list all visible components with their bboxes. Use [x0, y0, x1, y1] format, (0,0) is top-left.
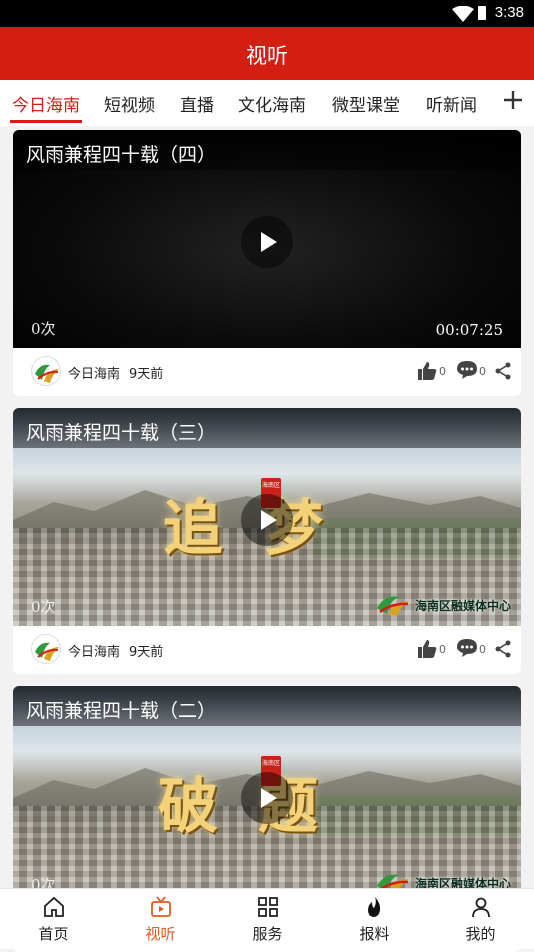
- video-title-bar: 风雨兼程四十载（四）: [13, 130, 521, 170]
- nav-home[interactable]: 首页: [0, 889, 107, 950]
- play-button[interactable]: [241, 772, 293, 824]
- nav-mine[interactable]: 我的: [427, 889, 534, 950]
- media-center-name: 海南区融媒体中心: [414, 598, 511, 613]
- flame-icon: [368, 897, 381, 917]
- video-card[interactable]: 风雨兼程四十载（四） 0次 00:07:25 今日海南 9天前 0 0: [13, 130, 521, 396]
- active-tab-indicator: [10, 120, 82, 123]
- video-title: 风雨兼程四十载（二）: [26, 700, 217, 722]
- wifi-icon: [452, 6, 474, 22]
- thumbs-up-icon[interactable]: [417, 639, 437, 659]
- person-icon: [472, 897, 490, 918]
- nav-label: 视听: [145, 925, 176, 943]
- like-count: 0: [439, 365, 446, 378]
- tab-micro-class[interactable]: 微型课堂: [332, 91, 400, 116]
- hainan-logo-icon: [35, 642, 59, 661]
- author-name[interactable]: 今日海南: [68, 363, 120, 382]
- status-time: 3:38: [494, 4, 524, 21]
- play-button[interactable]: [241, 216, 293, 268]
- tab-listen-news[interactable]: 听新闻: [426, 91, 477, 116]
- tab-short-video[interactable]: 短视频: [104, 91, 155, 116]
- video-meta: 今日海南 9天前 0 0: [13, 626, 521, 674]
- status-bar: 3:38: [0, 0, 534, 27]
- add-channel-icon[interactable]: [502, 89, 524, 111]
- nav-audiovisual[interactable]: 视听: [107, 889, 214, 950]
- channel-tabs: 今日海南 短视频 直播 文化海南 微型课堂 听新闻: [0, 80, 534, 126]
- page-title: 视听: [246, 44, 288, 68]
- bottom-nav: 首页 视听 服务 报料 我的: [0, 888, 534, 949]
- nav-label: 服务: [252, 925, 283, 943]
- tab-live[interactable]: 直播: [180, 91, 214, 116]
- nav-label: 报料: [359, 925, 390, 943]
- video-thumbnail[interactable]: 破题 海南区 海南区融媒体中心 风雨兼程四十载（二） 0次: [13, 686, 521, 904]
- video-title: 风雨兼程四十载（四）: [26, 144, 217, 166]
- tab-today-hainan[interactable]: 今日海南: [12, 91, 80, 116]
- view-count: 0次: [31, 320, 56, 338]
- author-avatar[interactable]: [31, 356, 61, 386]
- grid-icon: [258, 897, 278, 917]
- media-center-logo: 海南区融媒体中心: [375, 588, 511, 622]
- share-icon[interactable]: [494, 640, 512, 658]
- nav-report[interactable]: 报料: [321, 889, 428, 950]
- author-avatar[interactable]: [31, 634, 61, 664]
- video-card[interactable]: 追梦 海南区 海南区融媒体中心 风雨兼程四十载（三） 0次 今日海南 9天前 0…: [13, 408, 521, 674]
- share-icon[interactable]: [494, 362, 512, 380]
- comment-icon[interactable]: [456, 360, 478, 380]
- video-duration: 00:07:25: [435, 321, 503, 339]
- nav-services[interactable]: 服务: [214, 889, 321, 950]
- tv-icon: [151, 896, 171, 917]
- battery-icon: [478, 6, 486, 20]
- nav-label: 首页: [38, 925, 69, 943]
- comment-icon[interactable]: [456, 638, 478, 658]
- like-count: 0: [439, 643, 446, 656]
- video-title: 风雨兼程四十载（三）: [26, 422, 217, 444]
- comment-count: 0: [479, 643, 486, 656]
- video-meta: 今日海南 9天前 0 0: [13, 348, 521, 396]
- tab-culture-hainan[interactable]: 文化海南: [238, 91, 306, 116]
- nav-label: 我的: [465, 925, 496, 943]
- post-time: 9天前: [129, 367, 164, 382]
- video-title-bar: 风雨兼程四十载（二）: [13, 686, 521, 726]
- video-thumbnail[interactable]: 追梦 海南区 海南区融媒体中心 风雨兼程四十载（三） 0次: [13, 408, 521, 626]
- video-title-bar: 风雨兼程四十载（三）: [13, 408, 521, 448]
- thumbs-up-icon[interactable]: [417, 361, 437, 381]
- play-button[interactable]: [241, 494, 293, 546]
- video-thumbnail[interactable]: 风雨兼程四十载（四） 0次 00:07:25: [13, 130, 521, 348]
- comment-count: 0: [479, 365, 486, 378]
- post-time: 9天前: [129, 645, 164, 660]
- media-logo-icon: [376, 596, 409, 616]
- app-header: 视听: [0, 27, 534, 80]
- hainan-logo-icon: [35, 364, 59, 383]
- home-icon: [44, 896, 64, 917]
- view-count: 0次: [31, 598, 56, 616]
- author-name[interactable]: 今日海南: [68, 641, 120, 660]
